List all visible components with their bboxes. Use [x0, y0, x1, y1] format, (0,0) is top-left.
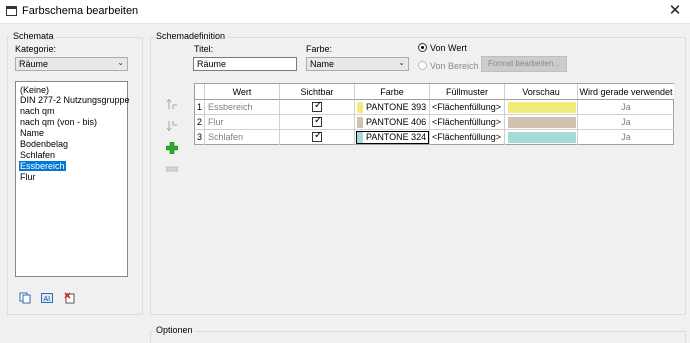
window-icon — [6, 6, 17, 16]
remove-icon[interactable] — [165, 165, 179, 175]
optionen-group-title: Optionen — [154, 325, 195, 335]
vorschau-cell — [505, 130, 578, 145]
sichtbar-checkbox[interactable] — [312, 115, 322, 127]
kategorie-dropdown[interactable]: Räume ⌄ — [15, 57, 128, 71]
farbe-cell[interactable]: PANTONE 393 — [355, 100, 430, 115]
move-up-icon[interactable] — [166, 98, 178, 113]
schema-table: Wert Sichtbar Farbe Füllmuster Vorschau … — [194, 83, 674, 145]
von-wert-label[interactable]: Von Wert — [430, 43, 467, 53]
titel-input[interactable]: Räume — [193, 57, 297, 71]
farbe-dropdown[interactable]: Name ⌄ — [306, 57, 409, 71]
rename-icon[interactable]: AI — [41, 292, 53, 304]
kategorie-label: Kategorie: — [15, 44, 57, 54]
row-number[interactable]: 1 — [195, 100, 205, 115]
move-down-icon[interactable] — [166, 120, 178, 135]
header-corner — [195, 84, 205, 100]
verwendet-cell: Ja — [578, 115, 674, 130]
vorschau-cell — [505, 100, 578, 115]
col-header-vorschau[interactable]: Vorschau — [505, 84, 578, 100]
wert-cell[interactable]: Flur — [205, 115, 280, 130]
sichtbar-checkbox[interactable] — [312, 100, 322, 112]
farbe-value: PANTONE 406 — [366, 117, 427, 127]
duplicate-icon[interactable] — [19, 292, 31, 304]
wert-cell[interactable]: Schlafen — [205, 130, 280, 145]
col-header-sichtbar[interactable]: Sichtbar — [280, 84, 355, 100]
color-swatch — [357, 102, 363, 113]
schemata-list[interactable]: (Keine) DIN 277-2 Nutzungsgruppe nach qm… — [15, 81, 131, 277]
wert-cell[interactable]: Essbereich — [205, 100, 280, 115]
sichtbar-checkbox[interactable] — [312, 130, 322, 142]
list-item[interactable]: Schlafen — [19, 150, 56, 160]
fuellmuster-cell[interactable]: <Flächenfüllung> — [430, 130, 505, 145]
fuellmuster-cell[interactable]: <Flächenfüllung> — [430, 100, 505, 115]
farbe-value: PANTONE 393 — [366, 102, 427, 112]
kategorie-value: Räume — [19, 59, 49, 69]
preview-swatch — [508, 102, 576, 113]
von-bereich-radio[interactable] — [418, 61, 427, 70]
von-wert-radio[interactable] — [418, 43, 427, 52]
list-item-selected[interactable]: Essbereich — [19, 161, 66, 171]
delete-icon[interactable] — [64, 292, 76, 304]
schemadefinition-group — [150, 37, 686, 315]
list-item[interactable]: nach qm — [19, 106, 56, 116]
farbe-cell[interactable]: PANTONE 406 — [355, 115, 430, 130]
list-item[interactable]: Bodenbelag — [19, 139, 69, 149]
color-swatch — [357, 117, 363, 128]
sichtbar-cell — [280, 115, 355, 130]
farbe-label: Farbe: — [306, 44, 333, 54]
chevron-down-icon: ⌄ — [398, 58, 405, 67]
col-header-fuellmuster[interactable]: Füllmuster — [430, 84, 505, 100]
add-icon[interactable] — [165, 141, 179, 156]
verwendet-cell: Ja — [578, 100, 674, 115]
chevron-down-icon: ⌄ — [117, 58, 124, 67]
farbe-value: Name — [310, 59, 335, 69]
col-header-verwendet[interactable]: Wird gerade verwendet — [578, 84, 674, 100]
row-number[interactable]: 2 — [195, 115, 205, 130]
col-header-farbe[interactable]: Farbe — [355, 84, 430, 100]
list-item[interactable]: DIN 277-2 Nutzungsgruppe — [19, 95, 131, 105]
title-bar: Farbschema bearbeiten ✕ — [0, 0, 690, 24]
sichtbar-cell — [280, 130, 355, 145]
titel-label: Titel: — [194, 44, 214, 54]
schemadefinition-group-title: Schemadefinition — [154, 31, 228, 41]
farbe-value: PANTONE 324 — [366, 132, 427, 142]
preview-swatch — [508, 132, 576, 143]
vorschau-cell — [505, 115, 578, 130]
window-title: Farbschema bearbeiten — [22, 5, 139, 17]
von-bereich-label[interactable]: Von Bereich — [430, 61, 479, 71]
verwendet-cell: Ja — [621, 132, 631, 142]
list-item[interactable]: Flur — [19, 172, 37, 182]
fuellmuster-cell[interactable]: <Flächenfüllung> — [430, 115, 505, 130]
list-item[interactable]: Name — [19, 128, 45, 138]
svg-text:AI: AI — [44, 296, 51, 303]
close-button[interactable]: ✕ — [662, 1, 688, 23]
format-bearbeiten-button[interactable]: Format bearbeiten... — [481, 56, 567, 72]
schemata-group-title: Schemata — [11, 31, 56, 41]
list-item[interactable]: nach qm (von - bis) — [19, 117, 98, 127]
preview-swatch — [508, 117, 576, 128]
list-item[interactable]: (Keine) — [19, 85, 50, 95]
row-number[interactable]: 3 — [195, 130, 205, 145]
col-header-wert[interactable]: Wert — [205, 84, 280, 100]
color-swatch — [357, 132, 363, 143]
optionen-group — [150, 331, 686, 343]
sichtbar-cell — [280, 100, 355, 115]
farbe-cell[interactable]: PANTONE 324 — [355, 130, 430, 145]
titel-value: Räume — [197, 59, 227, 69]
